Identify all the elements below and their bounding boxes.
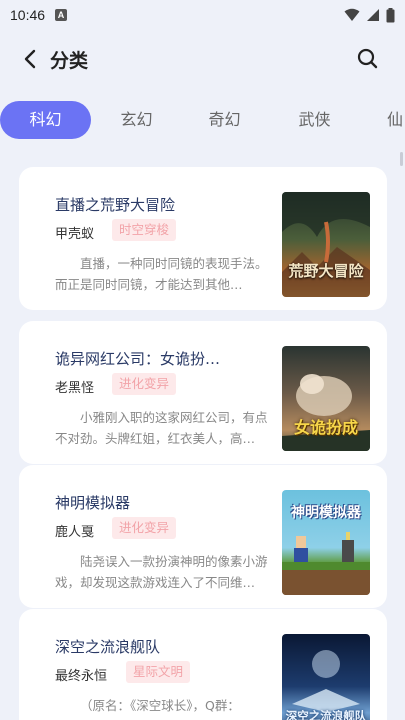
battery-icon xyxy=(386,7,395,22)
genre-tag: 星际文明 xyxy=(126,661,191,683)
book-summary: 直播，一种同时同镜的表现手法。而正是同时同镜，才能达到其他… xyxy=(55,256,268,292)
tab-fantasy[interactable]: 奇幻 xyxy=(197,101,252,139)
status-bar: 10:46 A xyxy=(0,0,405,30)
book-title: 神明模拟器 xyxy=(55,494,131,512)
status-time: 10:46 xyxy=(10,7,46,23)
tab-wuxia[interactable]: 武侠 xyxy=(287,101,342,139)
book-card[interactable]: 直播之荒野大冒险 甲壳蚁 时空穿梭 直播，一种同时同镜的表现手法。而正是同时同镜… xyxy=(19,167,387,310)
page-title: 分类 xyxy=(50,50,89,72)
cover-title: 女诡扮成 xyxy=(293,418,358,437)
book-cover: 女诡扮成 xyxy=(282,346,370,451)
genre-tag: 进化变异 xyxy=(112,373,177,395)
book-author: 甲壳蚁 xyxy=(55,227,95,242)
book-author: 老黑怪 xyxy=(55,381,95,396)
tab-scifi[interactable]: 科幻 xyxy=(0,101,91,139)
book-cover: 深空之流浪舰队 xyxy=(282,634,370,720)
cover-title: 神明模拟器 xyxy=(291,505,361,521)
book-card[interactable]: 深空之流浪舰队 最终永恒 星际文明 （原名：《深空球长》，Q群：86092143… xyxy=(19,609,387,720)
app-header: 分类 xyxy=(0,38,405,78)
book-title: 诡异网红公司：女诡扮… xyxy=(55,350,221,368)
notification-icon: A xyxy=(55,9,68,21)
tab-xuanhuan[interactable]: 玄幻 xyxy=(109,101,164,139)
book-title: 深空之流浪舰队 xyxy=(55,638,161,656)
wifi-icon xyxy=(344,8,360,21)
scrollbar[interactable] xyxy=(400,152,403,166)
book-summary: 陆尧误入一款扮演神明的像素小游戏，却发现这款游戏连入了不同维… xyxy=(55,554,268,590)
category-tabs: 科幻 玄幻 奇幻 武侠 仙 xyxy=(0,101,405,143)
book-summary: （原名：《深空球长》，Q群：860921431）地球是人类文明的摇篮… xyxy=(55,698,277,720)
cover-title: 深空之流浪舰队 xyxy=(285,709,367,720)
book-summary: 小雅刚入职的这家网红公司，有点不对劲。头牌红姐，红衣美人，高… xyxy=(55,410,268,446)
back-arrow-icon[interactable] xyxy=(20,48,42,70)
tab-xianxia[interactable]: 仙 xyxy=(380,101,405,139)
book-author: 鹿人戛 xyxy=(55,525,95,540)
book-card[interactable]: 神明模拟器 鹿人戛 进化变异 陆尧误入一款扮演神明的像素小游戏，却发现这款游戏连… xyxy=(19,465,387,608)
book-cover: 神明模拟器 xyxy=(282,490,370,595)
book-card[interactable]: 诡异网红公司：女诡扮… 老黑怪 进化变异 小雅刚入职的这家网红公司，有点不对劲。… xyxy=(19,321,387,464)
signal-icon xyxy=(367,9,379,21)
book-cover: 荒野大冒险 xyxy=(282,192,370,297)
book-title: 直播之荒野大冒险 xyxy=(55,196,176,214)
book-author: 最终永恒 xyxy=(55,669,108,684)
search-icon[interactable] xyxy=(356,47,378,69)
cover-title: 荒野大冒险 xyxy=(288,262,364,280)
status-icons xyxy=(344,7,395,23)
genre-tag: 时空穿梭 xyxy=(112,219,177,241)
genre-tag: 进化变异 xyxy=(112,517,177,539)
